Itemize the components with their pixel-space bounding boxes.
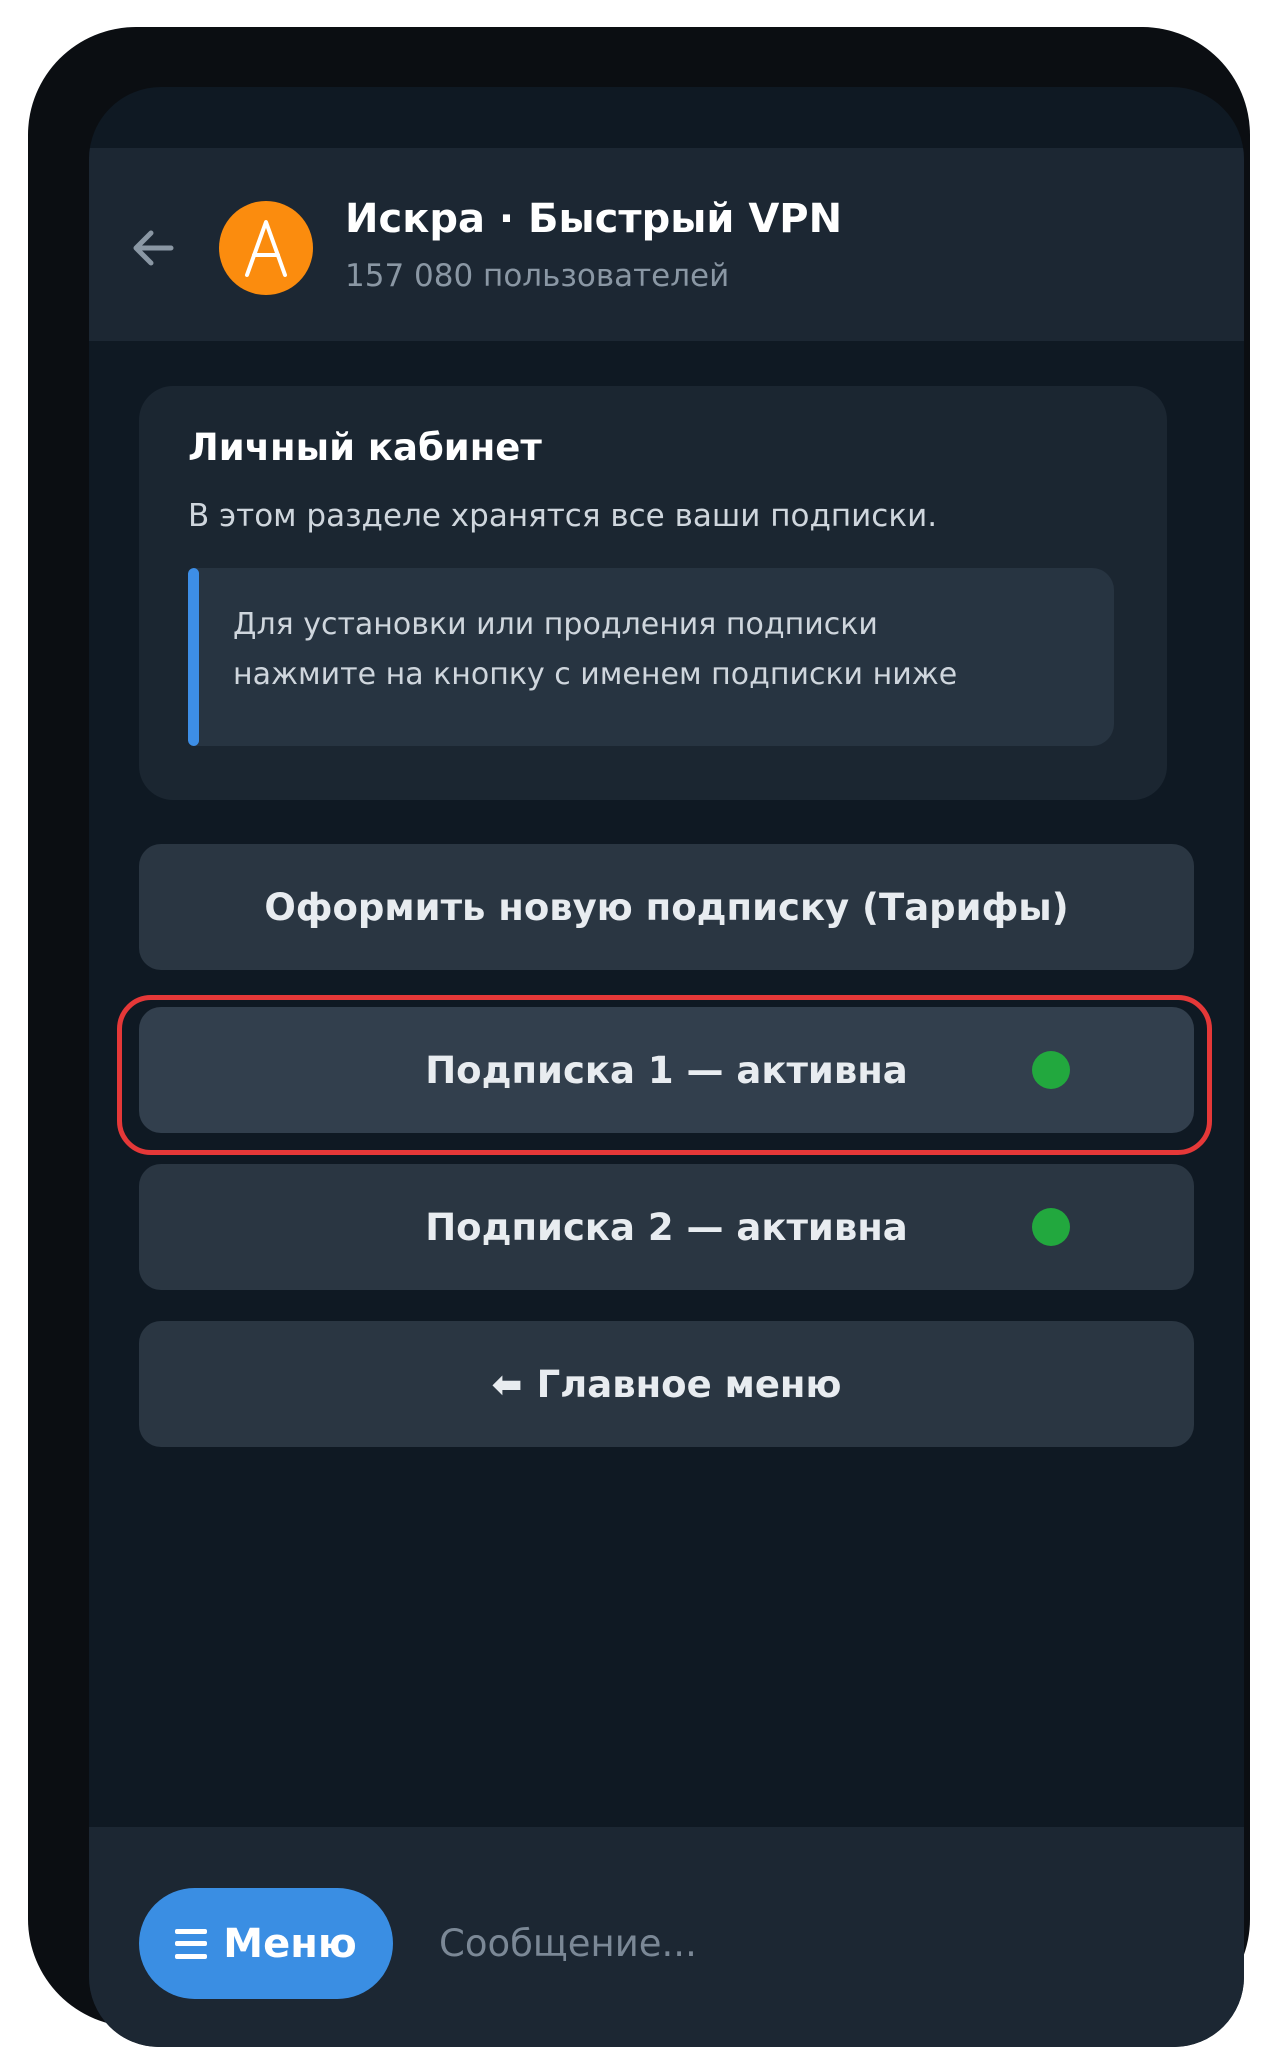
left-arrow-icon: ⬅ <box>491 1362 523 1406</box>
active-status-dot-icon <box>1032 1051 1070 1089</box>
composer-bar: Меню <box>89 1827 1244 2047</box>
hamburger-icon <box>175 1928 208 1959</box>
message-note: Для установки или продления подписки наж… <box>188 568 1114 746</box>
active-status-dot-icon <box>1032 1208 1070 1246</box>
note-accent-bar <box>188 568 199 746</box>
note-text: Для установки или продления подписки наж… <box>233 600 957 700</box>
app-screen: Искра · Быстрый VPN 157 080 пользователе… <box>89 87 1244 2047</box>
main-menu-button[interactable]: ⬅ Главное меню <box>139 1321 1194 1447</box>
avatar-letter-icon <box>245 220 287 277</box>
phone-frame: Искра · Быстрый VPN 157 080 пользователе… <box>28 27 1250 2047</box>
chat-title[interactable]: Искра · Быстрый VPN <box>345 196 842 242</box>
message-title: Личный кабинет <box>188 426 542 469</box>
avatar[interactable] <box>219 201 313 295</box>
chat-header: Искра · Быстрый VPN 157 080 пользователе… <box>89 148 1244 341</box>
button-label: Оформить новую подписку (Тарифы) <box>264 885 1069 929</box>
subscription-1-button[interactable]: Подписка 1 — активна <box>139 1007 1194 1133</box>
subscription-2-button[interactable]: Подписка 2 — активна <box>139 1164 1194 1290</box>
bot-message: Личный кабинет В этом разделе хранятся в… <box>139 386 1167 800</box>
button-label: ⬅ Главное меню <box>139 1321 1194 1447</box>
note-line: Для установки или продления подписки <box>233 607 878 642</box>
chat-subtitle: 157 080 пользователей <box>345 258 730 294</box>
menu-label: Меню <box>223 1920 357 1967</box>
message-description: В этом разделе хранятся все ваши подписк… <box>188 498 938 534</box>
back-arrow-icon <box>133 230 174 266</box>
main-menu-label: Главное меню <box>536 1362 842 1406</box>
new-subscription-button[interactable]: Оформить новую подписку (Тарифы) <box>139 844 1194 970</box>
note-line: нажмите на кнопку с именем подписки ниже <box>233 657 958 692</box>
message-input[interactable] <box>419 1888 1199 1999</box>
menu-button[interactable]: Меню <box>139 1888 393 1999</box>
back-button[interactable] <box>125 220 181 276</box>
